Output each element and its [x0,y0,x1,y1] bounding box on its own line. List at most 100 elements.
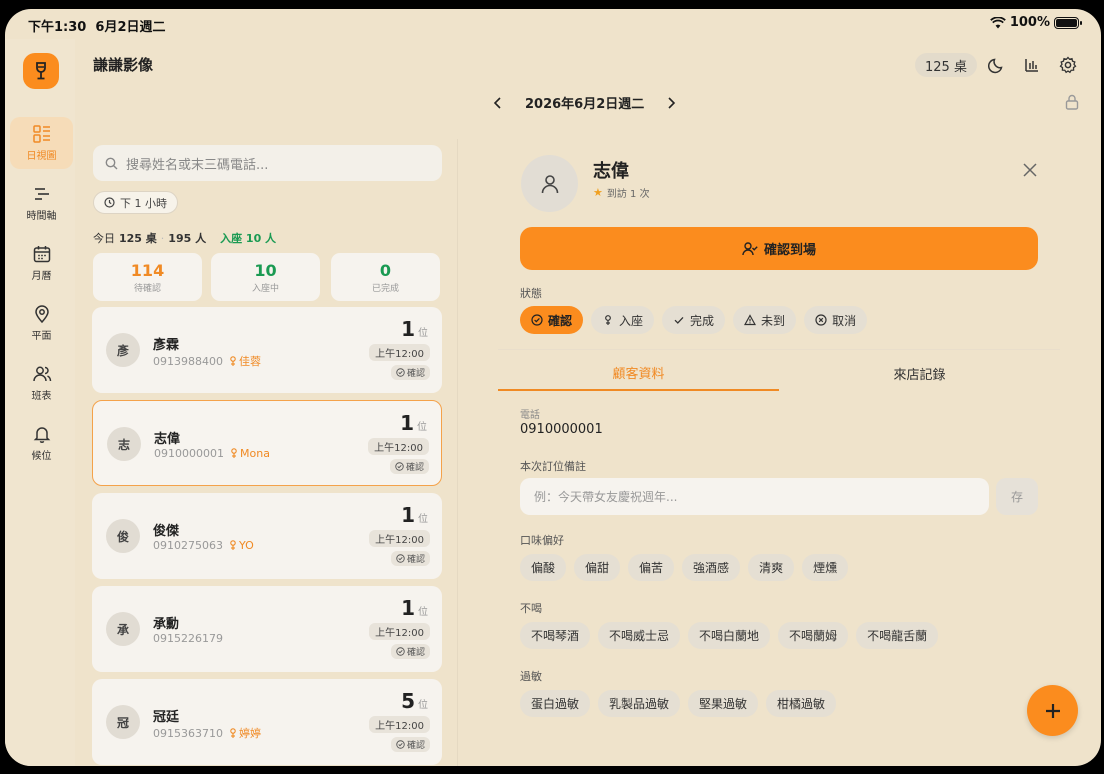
status-badge: 確認 [390,737,430,752]
save-note-button[interactable]: 存 [996,478,1038,515]
search-icon [105,157,118,169]
battery-level [1056,18,1077,27]
lock-icon[interactable] [1065,94,1079,110]
stat-card[interactable]: 10 入座中 [211,253,320,301]
tag-chip[interactable]: 不喝蘭姆 [778,622,849,649]
check-circle-icon [396,740,405,749]
tag-chip[interactable]: 強酒感 [682,554,741,581]
status-label: 確認 [406,648,425,658]
time-filter-chip[interactable]: 下 1 小時 [93,191,178,214]
customer-phone: 0910275063 [153,539,223,552]
tag-chip[interactable]: 蛋白過敏 [520,690,591,717]
status-option[interactable]: 完成 [662,306,726,334]
nav-label: 班表 [31,391,52,402]
users-icon [32,364,52,384]
nav-label: 時間軸 [26,211,57,222]
reservation-card[interactable]: 承承勳 0915226179 1 位上午12:00 確認 [92,586,442,672]
party-unit: 位 [418,607,428,618]
check-icon [673,314,685,326]
ipad-screen: 下午1:30 6月2日週二 100% 日視圖 時間軸 月曆 平面 班表 候位 謙謙影像 1… [5,9,1101,766]
status-badge: 確認 [389,459,429,474]
taste-tags: 偏酸 偏甜 偏苦 強酒感 清爽 煙燻 [520,554,849,581]
staff-name: YO [239,539,254,552]
tag-chip[interactable]: 乳製品過敏 [598,690,681,717]
check-circle-icon [531,314,543,326]
table-count-badge[interactable]: 125 桌 [915,53,977,77]
tag-chip[interactable]: 煙燻 [802,554,849,581]
tag-chip[interactable]: 堅果過敏 [688,690,759,717]
bell-icon [32,424,52,444]
reservation-card[interactable]: 志志偉 0910000001 Mona 1 位上午12:00 確認 [92,400,442,486]
status-option[interactable]: 取消 [804,306,868,334]
tag-chip[interactable]: 不喝白蘭地 [688,622,771,649]
tab[interactable]: 來店記錄 [779,355,1060,391]
day-view-icon [32,124,52,144]
tag-chip[interactable]: 偏苦 [628,554,675,581]
status-option-label: 入座 [619,313,644,328]
chevron-right-icon[interactable] [666,96,676,109]
stat-card[interactable]: 114 待確認 [93,253,202,301]
chevron-left-icon[interactable] [493,96,503,109]
battery-percent: 100% [1009,15,1050,30]
status-badge: 確認 [390,551,430,566]
today-seated: 入座 10 人 [220,232,277,245]
reservation-card[interactable]: 冠冠廷 0915363710 婷婷 5 位上午12:00 確認 [92,679,442,765]
staff-tag: 婷婷 [229,725,261,741]
confirm-arrival-button[interactable]: 確認到場 [520,227,1038,270]
tag-chip[interactable]: 偏酸 [520,554,567,581]
staff-name: 佳蓉 [239,355,261,368]
app-logo[interactable] [23,53,59,89]
tag-chip[interactable]: 柑橘過敏 [766,690,837,717]
panel-divider [457,139,458,766]
add-reservation-button[interactable] [1027,685,1078,736]
customer-initial: 彥 [106,333,140,367]
party-count: 1 [401,596,415,620]
status-option[interactable]: 未到 [733,306,797,334]
stat-card[interactable]: 0 已完成 [331,253,440,301]
close-icon[interactable] [1022,162,1038,178]
search-box[interactable]: 搜尋姓名或末三碼電話... [93,145,442,181]
party-count: 5 [401,689,415,713]
status-label: 確認 [406,555,425,565]
nav-label: 月曆 [31,271,52,282]
staff-name: Mona [240,447,270,460]
staff-tag: 佳蓉 [229,353,261,369]
tag-chip[interactable]: 不喝龍舌蘭 [856,622,939,649]
nav-item-5[interactable]: 候位 [10,417,73,469]
check-circle-icon [396,368,405,377]
person-icon [541,174,558,193]
tag-chip[interactable]: 偏甜 [574,554,621,581]
confirm-arrival-label: 確認到場 [763,243,816,258]
nav-item-4[interactable]: 班表 [10,357,73,409]
time-filter-label: 下 1 小時 [120,196,167,210]
customer-meta: 0913988400 佳蓉 [153,353,261,369]
nav-item-1[interactable]: 時間軸 [10,177,73,229]
party-unit: 位 [418,514,428,525]
status-section-label: 狀態 [520,287,542,300]
status-right: 100% [990,15,1082,30]
party-count: 1 [401,317,415,341]
reservation-card[interactable]: 彥彥霖 0913988400 佳蓉 1 位上午12:00 確認 [92,307,442,393]
nav-item-0[interactable]: 日視圖 [10,117,73,169]
moon-icon[interactable] [987,55,1007,75]
nav-item-2[interactable]: 月曆 [10,237,73,289]
status-option[interactable]: 入座 [591,306,655,334]
reservation-card[interactable]: 俊俊傑 0910275063 YO 1 位上午12:00 確認 [92,493,442,579]
check-circle-icon [396,647,405,656]
gear-icon[interactable] [1058,55,1078,75]
status-time: 下午1:30 6月2日週二 [28,20,166,35]
chart-icon[interactable] [1022,55,1042,75]
note-input[interactable]: 例：今天帶女友慶祝週年... [520,478,989,515]
tab[interactable]: 顧客資料 [498,355,779,391]
tag-chip[interactable]: 不喝威士忌 [598,622,681,649]
nav-item-3[interactable]: 平面 [10,297,73,349]
tag-chip[interactable]: 不喝琴酒 [520,622,591,649]
party-size: 1位 [401,503,428,527]
tag-chip[interactable]: 清爽 [748,554,795,581]
customer-initial: 志 [107,427,141,461]
customer-phone: 0915363710 [153,726,223,740]
status-option[interactable]: 確認 [520,306,584,334]
today-tables: 125 桌 [119,232,157,245]
phone-label: 電話 [520,410,540,421]
status-option-label: 取消 [832,313,857,328]
